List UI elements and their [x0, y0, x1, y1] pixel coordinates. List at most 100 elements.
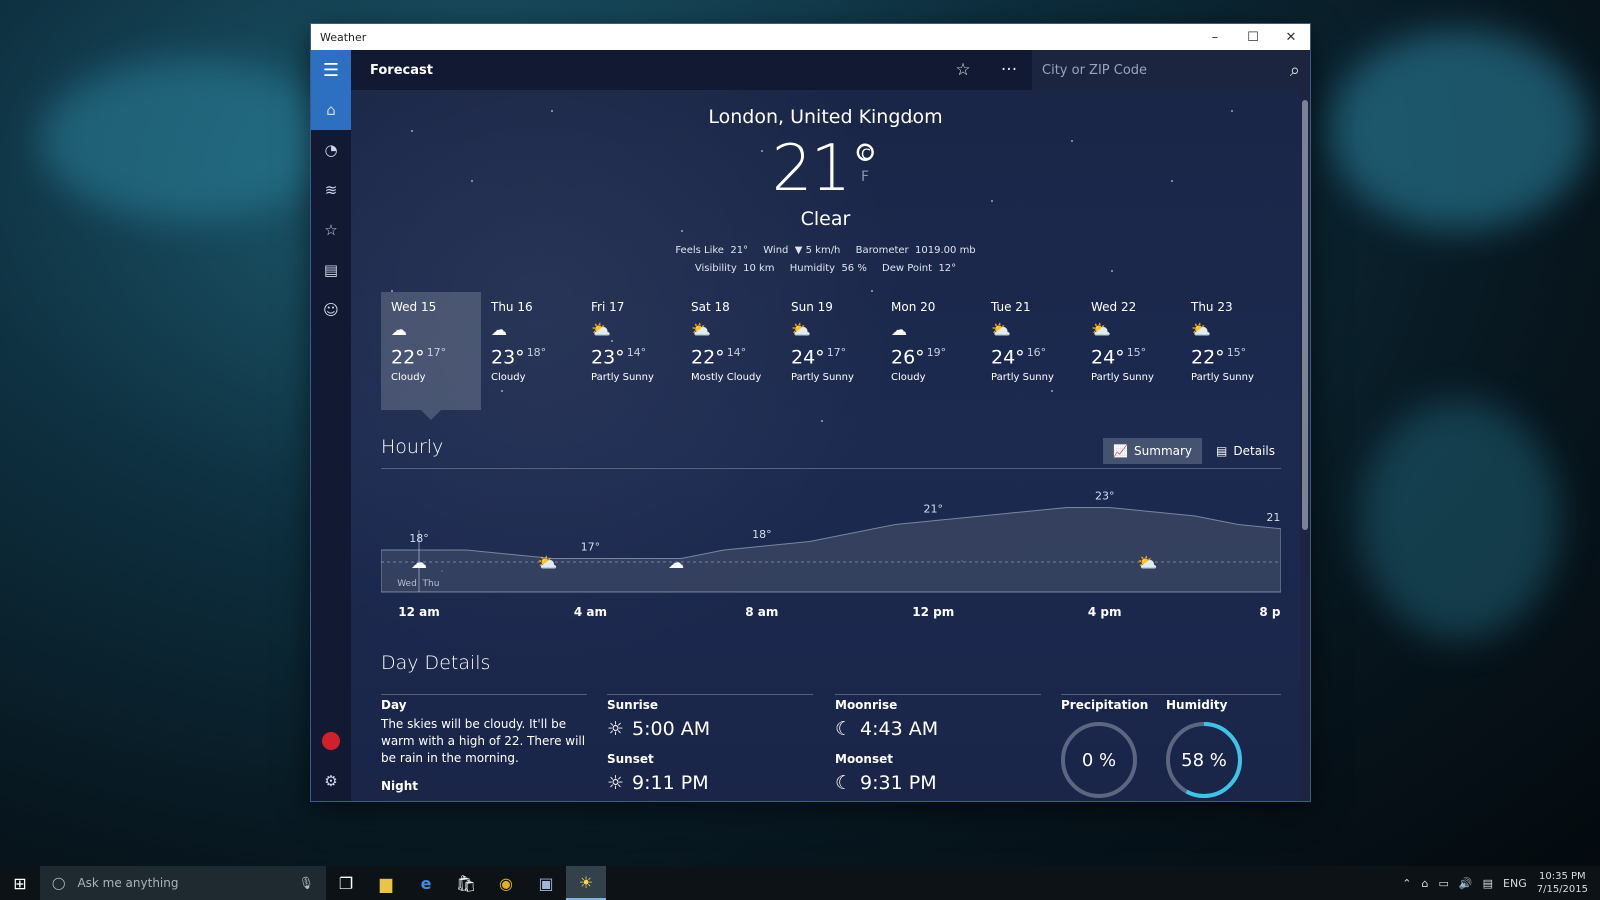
day-high: 22° [691, 346, 725, 369]
humidity-value: 56 % [841, 263, 867, 274]
edge-browser-icon[interactable]: e [406, 866, 446, 900]
sidebar-places-icon[interactable]: ☆ [311, 210, 351, 250]
day-card[interactable]: Thu 23 ⛅ 22° 15° Partly Sunny [1181, 292, 1281, 410]
search-icon[interactable]: ⌕ [1290, 60, 1300, 81]
monitor-icon[interactable]: ▭ [1439, 877, 1449, 890]
day-low: 15° [1226, 346, 1247, 359]
humidity-label: Humidity [789, 263, 836, 274]
day-low: 17° [426, 346, 447, 359]
day-card[interactable]: Wed 15 ☁ 22° 17° Cloudy [381, 292, 481, 420]
summary-tab[interactable]: 📈 Summary [1103, 438, 1203, 464]
moonset-icon: ☾ [835, 772, 853, 794]
summary-tab-label: Summary [1134, 444, 1193, 458]
day-card[interactable]: Sat 18 ⛅ 22° 14° Mostly Cloudy [681, 292, 781, 410]
day-name: Thu 23 [1191, 300, 1233, 314]
list-icon: ▤ [1216, 444, 1228, 458]
file-explorer-icon[interactable]: ▆ [366, 866, 406, 900]
sidebar-news-icon[interactable]: ▤ [311, 250, 351, 290]
precipitation-value: 0 % [1082, 750, 1116, 771]
sidebar-historical-weather-icon[interactable]: ≋ [311, 170, 351, 210]
cortana-search: ◯ 🎙 [40, 866, 326, 900]
day-name: Mon 20 [891, 300, 936, 314]
maximize-button[interactable]: ☐ [1234, 24, 1272, 50]
unit-celsius[interactable]: C [861, 144, 871, 166]
visibility-value: 10 km [743, 263, 775, 274]
sidebar-settings-gear-icon[interactable]: ⚙ [311, 761, 351, 801]
wind-value: ▼ 5 km/h [794, 245, 841, 256]
current-condition: Clear [800, 208, 851, 230]
chart-icon: 📈 [1113, 444, 1129, 458]
day-name: Tue 21 [991, 300, 1031, 314]
search-box: ⌕ [1032, 50, 1310, 90]
sidebar-feedback-icon[interactable]: ☺ [311, 290, 351, 330]
day-name: Wed 15 [391, 300, 437, 314]
clock[interactable]: 10:35 PM 7/15/2015 [1537, 870, 1588, 896]
day-name: Sat 18 [691, 300, 730, 314]
day-high: 22° [1191, 346, 1225, 369]
partly-sunny-icon: ⛅ [791, 320, 811, 339]
humidity-gauge: 58 % [1166, 722, 1242, 798]
scrollbar-thumb[interactable] [1302, 100, 1308, 530]
moon-times: Moonrise ☾ 4:43 AM Moonset ☾ 9:31 PM [835, 698, 938, 794]
favorite-star-icon[interactable]: ☆ [940, 60, 986, 80]
hourly-temp-label: 18° [409, 532, 429, 545]
sidebar-maps-icon[interactable]: ◔ [311, 130, 351, 170]
hourly-temperature-chart: 18° 17° 18° 21° 23° 21° ☁ ⛅ ☁ ⛅ Wed Thu 12 am 4 am 8 a… [381, 490, 1281, 619]
hourly-temp-label: 23° [1095, 490, 1115, 503]
day-low: 18° [526, 346, 547, 359]
city-search-input[interactable] [1042, 62, 1290, 78]
weather-app-taskbar-icon[interactable]: ☀ [566, 866, 606, 900]
day-condition: Partly Sunny [791, 372, 854, 384]
day-name: Thu 16 [491, 300, 533, 314]
cloudy-icon: ☁ [668, 553, 684, 572]
chrome-icon[interactable]: ◉ [486, 866, 526, 900]
app-icon[interactable]: ▣ [526, 866, 566, 900]
day-card[interactable]: Sun 19 ⛅ 24° 17° Partly Sunny [781, 292, 881, 410]
day-card[interactable]: Fri 17 ⛅ 23° 14° Partly Sunny [581, 292, 681, 410]
language-indicator[interactable]: ENG [1503, 877, 1527, 890]
day-night-summary: Day The skies will be cloudy. It'll be w… [381, 698, 591, 793]
network-icon[interactable]: ⌂ [1422, 877, 1429, 890]
day-low: 14° [626, 346, 647, 359]
moonrise-time: 4:43 AM [860, 718, 939, 740]
current-temperature-block: 21° C F [351, 132, 1300, 206]
volume-icon[interactable]: 🔊 [1459, 877, 1473, 890]
task-view-icon[interactable]: ❐ [326, 866, 366, 900]
sidebar-forecast-home-icon[interactable]: ⌂ [311, 90, 351, 130]
windows-start-icon[interactable]: ⊞ [0, 874, 40, 893]
hamburger-menu-icon[interactable]: ☰ [311, 50, 351, 90]
sunset-label: Sunset [607, 752, 654, 766]
more-options-icon[interactable]: ··· [986, 60, 1032, 80]
vertical-scrollbar[interactable] [1300, 90, 1310, 801]
day-card[interactable]: Thu 16 ☁ 23° 18° Cloudy [481, 292, 581, 410]
sidebar-account-icon[interactable] [311, 721, 351, 761]
close-button[interactable]: ✕ [1272, 24, 1310, 50]
day-condition: Cloudy [891, 372, 926, 384]
microphone-icon[interactable]: 🎙 [299, 876, 314, 890]
minimize-button[interactable]: – [1196, 24, 1234, 50]
page-title: Forecast [370, 62, 433, 78]
hour-axis-label: 8 pm [1259, 605, 1281, 619]
cortana-circle-icon[interactable]: ◯ [52, 876, 65, 890]
action-center-icon[interactable]: ▤ [1483, 877, 1493, 890]
store-icon[interactable]: 🛍 [446, 866, 486, 900]
hourly-temp-label: 21° [924, 502, 944, 515]
day-name: Sun 19 [791, 300, 833, 314]
dew-point-value: 12° [938, 263, 957, 274]
day-card[interactable]: Tue 21 ⛅ 24° 16° Partly Sunny [981, 292, 1081, 410]
chevron-up-icon[interactable]: ⌃ [1402, 877, 1411, 890]
feels-like-label: Feels Like [675, 245, 724, 256]
day-boundary-label: Wed [397, 579, 417, 589]
taskbar-search-input[interactable] [77, 876, 287, 890]
day-card[interactable]: Mon 20 ☁ 26° 19° Cloudy [881, 292, 981, 410]
forecast-content: London, United Kingdom 21° C F Clear Fee… [351, 90, 1300, 801]
cloudy-icon: ☁ [491, 320, 507, 339]
hour-axis-label: 8 am [745, 605, 778, 619]
day-name: Wed 22 [1091, 300, 1137, 314]
cloudy-icon: ☁ [411, 553, 427, 572]
unit-fahrenheit[interactable]: F [861, 166, 871, 188]
day-condition: Partly Sunny [591, 372, 654, 384]
hour-axis-label: 4 am [574, 605, 607, 619]
day-card[interactable]: Wed 22 ⛅ 24° 15° Partly Sunny [1081, 292, 1181, 410]
details-tab[interactable]: ▤ Details [1206, 438, 1285, 464]
